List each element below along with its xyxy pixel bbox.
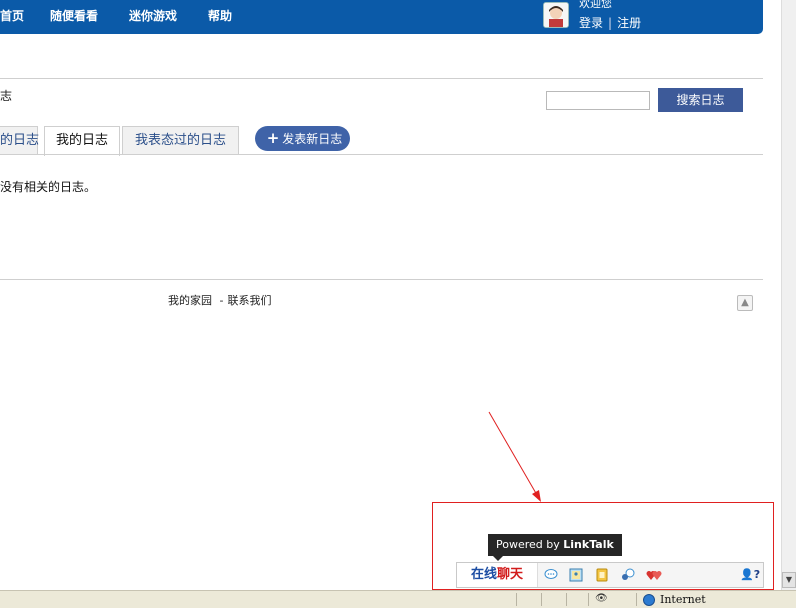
- arrow-up-icon: ▲: [741, 297, 749, 308]
- user-avatar-icon: [544, 3, 568, 27]
- footer-dash: -: [219, 294, 224, 307]
- avatar[interactable]: [543, 2, 569, 28]
- globe-icon: [643, 594, 655, 606]
- vertical-scrollbar[interactable]: [781, 0, 796, 590]
- new-post-label: 发表新日志: [282, 132, 343, 146]
- tooltip-brand: LinkTalk: [563, 538, 614, 551]
- footer-contact-link[interactable]: 联系我们: [227, 294, 271, 307]
- auth-links: 登录 | 注册: [579, 14, 641, 31]
- divider: [0, 78, 763, 79]
- section-title: 志: [0, 89, 13, 103]
- status-divider: [588, 593, 589, 606]
- empty-message: 没有相关的日志。: [0, 180, 97, 194]
- new-post-button[interactable]: + 发表新日志: [255, 126, 350, 151]
- back-to-top-button[interactable]: ▲: [737, 295, 753, 311]
- tooltip-prefix: Powered by: [496, 538, 560, 551]
- auth-separator: |: [608, 16, 613, 30]
- login-link[interactable]: 登录: [579, 16, 603, 30]
- footer-links: 我的家园 - 联系我们: [168, 292, 271, 308]
- search-input[interactable]: [546, 91, 650, 110]
- welcome-text: 欢迎您: [579, 0, 612, 10]
- picture-icon[interactable]: [568, 568, 584, 582]
- tab-my-blogs[interactable]: 我的日志: [44, 126, 120, 156]
- hearts-icon[interactable]: [646, 568, 662, 582]
- powered-by-tooltip: Powered by LinkTalk: [488, 534, 622, 556]
- top-nav-bar: 首页 随便看看 迷你游戏 帮助 欢迎您 登录 | 注册: [0, 0, 763, 34]
- status-divider: [636, 593, 637, 606]
- scroll-down-button[interactable]: ▼: [782, 572, 796, 588]
- nav-browse[interactable]: 随便看看: [50, 7, 98, 24]
- notepad-icon[interactable]: [594, 568, 610, 582]
- nav-home[interactable]: 首页: [0, 7, 24, 24]
- privacy-eye-icon[interactable]: 👁: [595, 593, 609, 605]
- plus-icon: +: [266, 129, 280, 147]
- footer-home-link[interactable]: 我的家园: [168, 294, 212, 307]
- chat-label-part1: 在线: [470, 567, 497, 582]
- chat-toolbar: 在线聊天 👤?: [456, 562, 764, 588]
- nav-help[interactable]: 帮助: [208, 7, 232, 24]
- nav-games[interactable]: 迷你游戏: [129, 7, 177, 24]
- online-chat-button[interactable]: 在线聊天: [457, 563, 538, 587]
- chat-label-part2: 聊天: [497, 567, 524, 582]
- tab-all-blogs[interactable]: 的日志: [0, 126, 39, 154]
- register-link[interactable]: 注册: [617, 16, 641, 30]
- status-divider: [541, 593, 542, 606]
- footer-divider: [0, 279, 763, 280]
- search-button[interactable]: 搜索日志: [658, 88, 743, 112]
- chat-users-icon[interactable]: [620, 568, 636, 582]
- status-divider: [566, 593, 567, 606]
- user-help-icon[interactable]: 👤?: [740, 568, 760, 581]
- security-zone-text: Internet: [660, 593, 706, 606]
- tab-reacted-blogs[interactable]: 我表态过的日志: [122, 126, 239, 154]
- message-bubble-icon[interactable]: [543, 568, 559, 582]
- tab-divider: [0, 154, 763, 155]
- status-divider: [516, 593, 517, 606]
- tooltip-tail: [493, 556, 503, 561]
